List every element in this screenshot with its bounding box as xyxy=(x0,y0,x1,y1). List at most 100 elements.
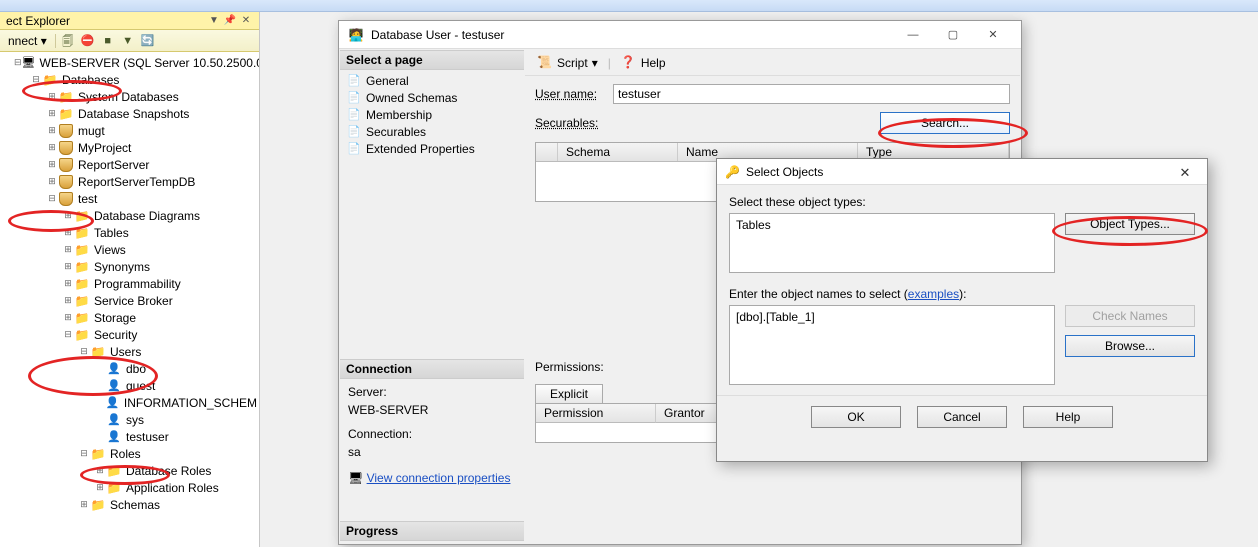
folder-icon xyxy=(74,243,90,257)
folder-icon xyxy=(106,464,122,478)
object-explorer-toolbar: nnect ▾ 🗐 ⛔ ■ ▼ 🔄 xyxy=(0,30,259,52)
page-icon: 📄 xyxy=(346,108,362,122)
connect-button[interactable]: nnect ▾ xyxy=(4,34,51,48)
folder-icon xyxy=(74,328,90,342)
user-icon xyxy=(106,413,122,427)
folder-icon xyxy=(74,226,90,240)
tree-user-sys[interactable]: sys xyxy=(0,411,259,428)
view-connection-link[interactable]: View connection properties xyxy=(367,471,511,485)
folder-icon xyxy=(90,498,106,512)
col-permission[interactable]: Permission xyxy=(536,404,656,423)
script-button[interactable]: 📜Script▾ xyxy=(533,53,602,73)
username-input[interactable] xyxy=(613,84,1010,104)
connection-icon: 🖥 xyxy=(348,471,363,485)
nav-securables[interactable]: 📄Securables xyxy=(340,123,524,140)
help-button[interactable]: Help xyxy=(1023,406,1113,428)
permissions-label: Permissions: xyxy=(535,360,607,374)
select-objects-dialog: 🔑 Select Objects ✕ Select these object t… xyxy=(716,158,1208,462)
tree-users[interactable]: ⊟Users xyxy=(0,343,259,360)
securables-label: Securables: xyxy=(535,116,607,130)
grid-corner xyxy=(536,143,558,161)
object-types-button[interactable]: Object Types... xyxy=(1065,213,1195,235)
close-button[interactable]: ✕ xyxy=(973,21,1013,49)
nav-general[interactable]: 📄General xyxy=(340,72,524,89)
tree-db-test[interactable]: ⊟test xyxy=(0,190,259,207)
db-user-icon: 🧑‍💻 xyxy=(347,26,365,44)
page-icon: 📄 xyxy=(346,91,362,105)
page-icon: 📄 xyxy=(346,125,362,139)
folder-icon xyxy=(42,73,58,87)
close-button[interactable]: ✕ xyxy=(1171,163,1199,183)
database-icon xyxy=(58,175,74,189)
tree-tables[interactable]: ⊞Tables xyxy=(0,224,259,241)
tree-db-reportserver[interactable]: ⊞ReportServer xyxy=(0,156,259,173)
disconnect-icon[interactable]: ⛔ xyxy=(80,33,96,49)
stop-icon[interactable]: ■ xyxy=(100,33,116,49)
object-types-label: Select these object types: xyxy=(729,195,1195,209)
object-explorer-tree[interactable]: ⊟WEB-SERVER (SQL Server 10.50.2500.0 - s… xyxy=(0,52,259,547)
object-types-box: Tables xyxy=(729,213,1055,273)
refresh-icon[interactable]: 🗐 xyxy=(60,33,76,49)
tree-roles[interactable]: ⊟Roles xyxy=(0,445,259,462)
page-icon: 📄 xyxy=(346,74,362,88)
tree-synonyms[interactable]: ⊞Synonyms xyxy=(0,258,259,275)
app-top-strip xyxy=(0,0,1258,12)
chevron-down-icon: ▾ xyxy=(592,56,598,70)
minimize-button[interactable]: — xyxy=(893,21,933,49)
help-button[interactable]: ❓Help xyxy=(617,53,670,73)
refresh2-icon[interactable]: 🔄 xyxy=(140,33,156,49)
tree-server-node[interactable]: ⊟WEB-SERVER (SQL Server 10.50.2500.0 - s xyxy=(0,54,259,71)
tab-explicit[interactable]: Explicit xyxy=(535,384,603,403)
script-icon: 📜 xyxy=(537,55,553,71)
browse-button[interactable]: Browse... xyxy=(1065,335,1195,357)
tree-user-guest[interactable]: guest xyxy=(0,377,259,394)
tree-application-roles[interactable]: ⊞Application Roles xyxy=(0,479,259,496)
close-panel-icon[interactable]: ✕ xyxy=(239,14,253,28)
tree-database-diagrams[interactable]: ⊞Database Diagrams xyxy=(0,207,259,224)
ok-button[interactable]: OK xyxy=(811,406,901,428)
server-value: WEB-SERVER xyxy=(348,401,516,419)
nav-owned-schemas[interactable]: 📄Owned Schemas xyxy=(340,89,524,106)
filter-icon[interactable]: ▼ xyxy=(120,33,136,49)
check-names-button: Check Names xyxy=(1065,305,1195,327)
tree-db-mugt[interactable]: ⊞mugt xyxy=(0,122,259,139)
tree-db-reportservertmp[interactable]: ⊞ReportServerTempDB xyxy=(0,173,259,190)
database-icon xyxy=(58,124,74,138)
tree-security[interactable]: ⊟Security xyxy=(0,326,259,343)
select-objects-title: Select Objects xyxy=(746,165,823,179)
autohide-icon[interactable]: 📌 xyxy=(223,14,237,28)
tree-service-broker[interactable]: ⊞Service Broker xyxy=(0,292,259,309)
object-names-input[interactable] xyxy=(729,305,1055,385)
nav-membership[interactable]: 📄Membership xyxy=(340,106,524,123)
tree-user-dbo[interactable]: dbo xyxy=(0,360,259,377)
folder-icon xyxy=(74,294,90,308)
help-icon: ❓ xyxy=(621,55,637,71)
cancel-button[interactable]: Cancel xyxy=(917,406,1007,428)
db-user-left-nav: Select a page 📄General 📄Owned Schemas 📄M… xyxy=(340,50,524,543)
object-explorer-panel: ect Explorer ▼ 📌 ✕ nnect ▾ 🗐 ⛔ ■ ▼ 🔄 ⊟WE… xyxy=(0,12,260,547)
user-icon xyxy=(106,430,122,444)
select-objects-titlebar[interactable]: 🔑 Select Objects ✕ xyxy=(717,159,1207,185)
tree-schemas[interactable]: ⊞Schemas xyxy=(0,496,259,513)
tree-programmability[interactable]: ⊞Programmability xyxy=(0,275,259,292)
search-button[interactable]: Search... xyxy=(880,112,1010,134)
examples-link[interactable]: examples xyxy=(908,287,959,301)
tree-user-infoschema[interactable]: INFORMATION_SCHEM xyxy=(0,394,259,411)
nav-extended-properties[interactable]: 📄Extended Properties xyxy=(340,140,524,157)
tree-db-snapshots[interactable]: ⊞Database Snapshots xyxy=(0,105,259,122)
user-icon xyxy=(106,379,122,393)
tree-databases[interactable]: ⊟Databases xyxy=(0,71,259,88)
object-explorer-title: ect Explorer xyxy=(6,14,70,28)
pin-icon[interactable]: ▼ xyxy=(207,14,221,28)
tree-views[interactable]: ⊞Views xyxy=(0,241,259,258)
tree-user-testuser[interactable]: testuser xyxy=(0,428,259,445)
page-icon: 📄 xyxy=(346,142,362,156)
tree-system-databases[interactable]: ⊞System Databases xyxy=(0,88,259,105)
tree-db-myproject[interactable]: ⊞MyProject xyxy=(0,139,259,156)
tree-database-roles[interactable]: ⊞Database Roles xyxy=(0,462,259,479)
maximize-button[interactable]: ▢ xyxy=(933,21,973,49)
col-schema[interactable]: Schema xyxy=(558,143,678,161)
folder-icon xyxy=(58,90,74,104)
tree-storage[interactable]: ⊞Storage xyxy=(0,309,259,326)
db-user-titlebar[interactable]: 🧑‍💻 Database User - testuser — ▢ ✕ xyxy=(339,21,1021,49)
